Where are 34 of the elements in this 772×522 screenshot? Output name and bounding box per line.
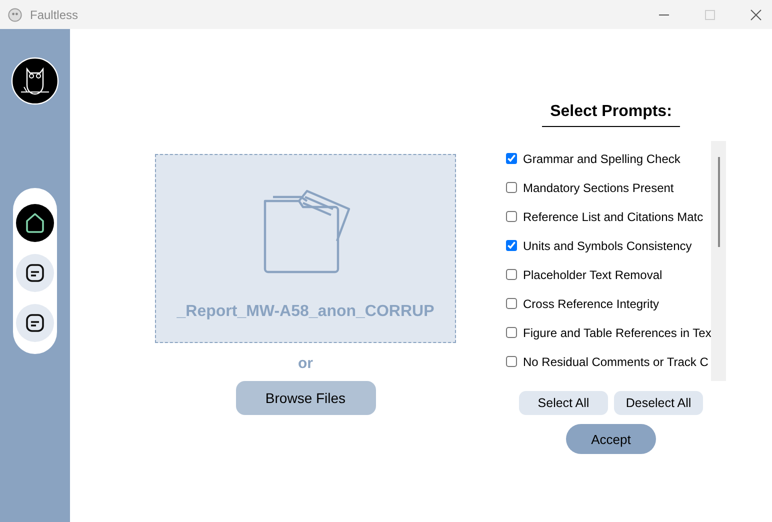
select-all-button[interactable]: Select All xyxy=(519,391,608,415)
document-icon xyxy=(25,313,45,333)
home-button[interactable] xyxy=(16,204,54,242)
prompt-label[interactable]: Units and Symbols Consistency xyxy=(523,238,692,252)
prompt-label[interactable]: Mandatory Sections Present xyxy=(523,180,674,194)
checkbox[interactable] xyxy=(506,269,517,280)
document-button[interactable] xyxy=(16,304,54,342)
scrollbar[interactable] xyxy=(711,141,726,381)
document-icon xyxy=(25,263,45,283)
prompt-label[interactable]: Placeholder Text Removal xyxy=(523,268,662,282)
close-icon[interactable] xyxy=(750,8,762,20)
checkbox[interactable] xyxy=(506,211,517,222)
window-title: Faultless xyxy=(30,8,78,22)
checkbox[interactable] xyxy=(506,240,517,251)
prompt-label[interactable]: Reference List and Citations Matc xyxy=(523,210,704,224)
owl-logo-icon xyxy=(11,57,59,105)
prompt-label[interactable]: Figure and Table References in Tex xyxy=(523,326,712,340)
prompt-label[interactable]: Cross Reference Integrity xyxy=(523,296,660,310)
accept-button[interactable]: Accept xyxy=(566,424,656,454)
checkbox[interactable] xyxy=(506,356,517,367)
scrollbar-thumb[interactable] xyxy=(718,157,720,247)
browse-files-button[interactable]: Browse Files xyxy=(236,381,376,415)
prompts-heading: Select Prompts: xyxy=(542,103,680,127)
prompt-label[interactable]: Grammar and Spelling Check xyxy=(523,152,680,166)
checkbox[interactable] xyxy=(506,153,517,164)
home-icon xyxy=(25,212,45,234)
or-label: or xyxy=(298,355,313,372)
checkbox[interactable] xyxy=(506,327,517,338)
prompt-label[interactable]: No Residual Comments or Track C xyxy=(523,354,708,368)
file-name: _Report_MW-A58_anon_CORRUP xyxy=(176,303,434,321)
document-button[interactable] xyxy=(16,254,54,292)
deselect-all-button[interactable]: Deselect All xyxy=(614,391,703,415)
checkbox[interactable] xyxy=(506,182,517,193)
checkbox[interactable] xyxy=(506,298,517,309)
